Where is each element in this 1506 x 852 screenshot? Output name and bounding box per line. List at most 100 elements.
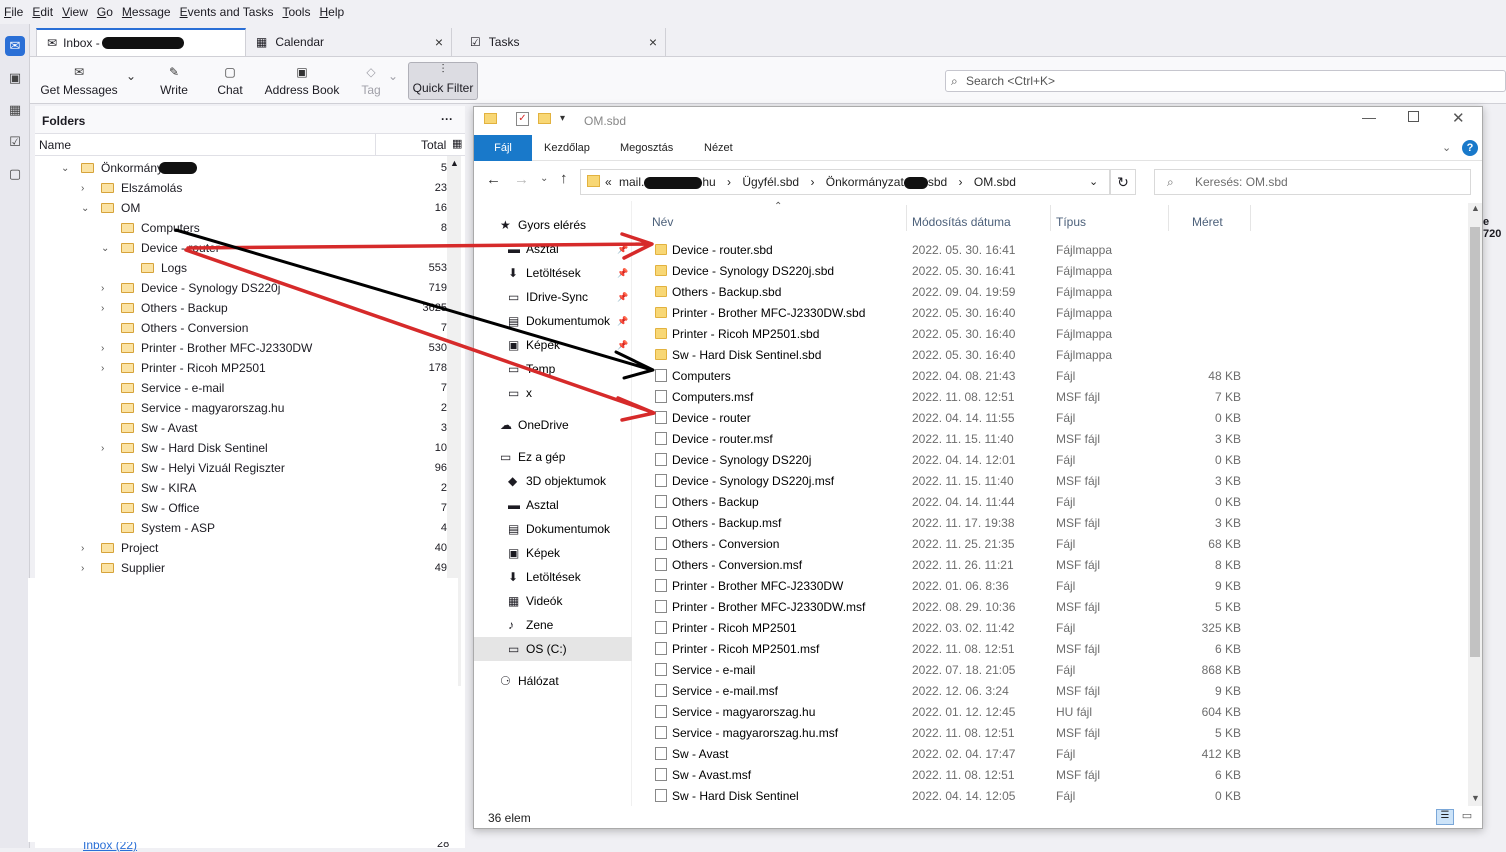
folder-row[interactable]: Computers 8 [35,218,465,238]
chat-button[interactable]: ▢ Chat [212,61,248,101]
menu-help[interactable]: Help [319,5,344,19]
column-total[interactable]: Total [421,138,446,152]
folder-row[interactable]: › Project 40 [35,538,465,558]
menu-message[interactable]: Message [122,5,171,19]
address-book-button[interactable]: ▣ Address Book [264,61,340,101]
folder-row[interactable]: ⌄ Önkormányz 5 [35,158,465,178]
nav-item[interactable]: ▬ Asztal 📌 [474,237,632,261]
minimize-icon[interactable]: — [1362,109,1376,125]
tag-button[interactable]: ◇ Tag [356,61,386,101]
nav-item[interactable]: ▭ OS (C:) [474,637,632,661]
close-icon[interactable]: ✕ [1452,109,1465,127]
tab-inbox[interactable]: ✉ Inbox - [36,28,246,56]
new-folder-icon[interactable] [538,113,551,124]
refresh-icon[interactable]: ↻ [1110,169,1136,195]
help-icon[interactable]: ? [1462,140,1478,156]
search-input[interactable]: ⌕ Search <Ctrl+K> [945,70,1506,92]
crumb-ugyfel[interactable]: Ügyfél.sbd [742,175,799,189]
ribbon-tab-home[interactable]: Kezdőlap [534,135,600,161]
nav-item[interactable]: ☁ OneDrive [474,413,632,437]
scroll-up-icon[interactable]: ▲ [1471,203,1480,213]
crumb-mail-end[interactable]: hu [702,175,715,189]
write-button[interactable]: ✎ Write [154,61,194,101]
more-icon[interactable]: ··· [441,112,453,126]
chevron-down-icon[interactable]: ⌄ [101,243,109,254]
file-row[interactable]: Sw - Hard Disk Sentinel.sbd 2022. 05. 30.… [634,344,1469,365]
menu-events-tasks[interactable]: Events and Tasks [180,5,274,19]
nav-item[interactable]: ♪ Zene [474,613,632,637]
chevron-right-icon[interactable]: › [101,343,104,354]
file-row[interactable]: Device - Synology DS220j.sbd 2022. 05. 30… [634,260,1469,281]
nav-item[interactable]: ▭ IDrive-Sync 📌 [474,285,632,309]
explorer-scrollbar[interactable]: ▲ ▼ [1468,203,1482,806]
tab-calendar[interactable]: ▦ Calendar × [246,28,452,56]
folder-row[interactable]: Logs 553 [35,258,465,278]
nav-item[interactable]: ▭ Ez a gép [474,445,632,469]
folder-row[interactable]: Service - magyarorszag.hu 2 [35,398,465,418]
get-messages-button[interactable]: ✉ Get Messages [38,61,120,101]
tasks-icon[interactable]: ☑ [5,132,25,152]
file-row[interactable]: Sw - Avast 2022. 02. 04. 17:47 Fájl 412 KB [634,743,1469,764]
file-row[interactable]: Printer - Brother MFC-J2330DW 2022. 01. 0… [634,575,1469,596]
mail-icon[interactable]: ✉ [5,36,25,56]
folder-row[interactable]: › Device - Synology DS220j 719 [35,278,465,298]
file-row[interactable]: Service - magyarorszag.hu.msf 2022. 11. 0… [634,722,1469,743]
file-row[interactable]: Sw - Avast.msf 2022. 11. 08. 12:51 MSF fáj… [634,764,1469,785]
folder-row[interactable]: System - ASP 4 [35,518,465,538]
folder-row[interactable]: ⌄ OM 16 [35,198,465,218]
file-row[interactable]: Service - magyarorszag.hu 2022. 01. 12. 1… [634,701,1469,722]
back-icon[interactable]: ← [486,171,501,188]
file-row[interactable]: Printer - Ricoh MP2501 2022. 03. 02. 11:4… [634,617,1469,638]
folder-row[interactable]: Sw - Helyi Vizuál Regiszter 96 [35,458,465,478]
overflow-icon[interactable]: « [605,170,612,194]
folder-row[interactable]: › Supplier 49 [35,558,465,578]
address-dropdown-icon[interactable]: ⌄ [1089,170,1098,194]
chevron-right-icon[interactable]: › [101,443,104,454]
ribbon-tab-share[interactable]: Megosztás [610,135,683,161]
address-book-icon[interactable]: ▣ [5,68,25,88]
close-icon[interactable]: × [435,34,443,50]
column-picker-icon[interactable]: ▦ [452,137,462,150]
file-row[interactable]: Printer - Brother MFC-J2330DW.msf 2022. 0… [634,596,1469,617]
quick-filter-button[interactable]: ⫶ Quick Filter [408,62,478,100]
menu-file[interactable]: File [4,5,23,19]
large-icons-view-icon[interactable]: ▭ [1458,809,1476,825]
folder-row[interactable]: › Others - Backup 3625 [35,298,465,318]
nav-item[interactable]: ▭ x [474,381,632,405]
chevron-down-icon[interactable]: ⌄ [81,203,89,214]
folder-row[interactable]: Sw - Office 7 [35,498,465,518]
scroll-thumb[interactable] [1470,227,1480,657]
ribbon-tab-view[interactable]: Nézet [694,135,743,161]
close-icon[interactable]: × [649,34,657,50]
get-messages-dropdown[interactable]: ⌄ [122,61,140,101]
nav-item[interactable]: ⬇ Letöltések [474,565,632,589]
folder-row[interactable]: Sw - Avast 3 [35,418,465,438]
file-row[interactable]: Printer - Ricoh MP2501.msf 2022. 11. 08. … [634,638,1469,659]
file-row[interactable]: Others - Backup 2022. 04. 14. 11:44 Fájl 0 … [634,491,1469,512]
nav-item[interactable]: ▣ Képek [474,541,632,565]
nav-item[interactable]: ▣ Képek 📌 [474,333,632,357]
nav-item[interactable]: ⬇ Letöltések 📌 [474,261,632,285]
nav-item[interactable]: ★ Gyors elérés [474,213,632,237]
file-row[interactable]: Computers.msf 2022. 11. 08. 12:51 MSF fájl… [634,386,1469,407]
chat-icon[interactable]: ▢ [5,164,25,184]
expand-ribbon-icon[interactable]: ⌄ [1442,141,1451,154]
folder-row[interactable]: › Printer - Ricoh MP2501 178 [35,358,465,378]
file-row[interactable]: Sw - Hard Disk Sentinel 2022. 04. 14. 12:… [634,785,1469,806]
column-type[interactable]: Típus [1056,215,1086,229]
recent-dropdown-icon[interactable]: ⌄ [540,173,548,184]
folder-row[interactable]: Service - e-mail 7 [35,378,465,398]
file-row[interactable]: Others - Backup.msf 2022. 11. 17. 19:38 MS… [634,512,1469,533]
file-row[interactable]: Device - router.msf 2022. 11. 15. 11:40 MS… [634,428,1469,449]
chevron-down-icon[interactable]: ⌄ [61,163,69,174]
file-row[interactable]: Device - Synology DS220j 2022. 04. 14. 12… [634,449,1469,470]
file-row[interactable]: Printer - Brother MFC-J2330DW.sbd 2022. 0… [634,302,1469,323]
crumb-onkormanyzat[interactable]: Önkormányzat [826,175,904,189]
file-row[interactable]: Service - e-mail.msf 2022. 12. 06. 3:24 MS… [634,680,1469,701]
file-row[interactable]: Device - router 2022. 04. 14. 11:55 Fájl 0 … [634,407,1469,428]
tab-tasks[interactable]: ☑ Tasks × [460,28,666,56]
menu-view[interactable]: View [62,5,88,19]
explorer-search-input[interactable]: ⌕ Keresés: OM.sbd [1154,169,1471,195]
file-row[interactable]: Others - Conversion 2022. 11. 25. 21:35 Fá… [634,533,1469,554]
nav-item[interactable]: ▤ Dokumentumok 📌 [474,309,632,333]
